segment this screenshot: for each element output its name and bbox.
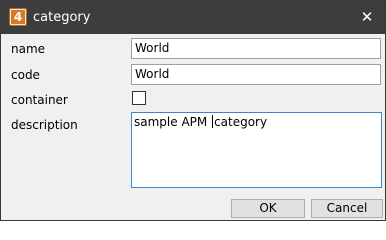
name-label: name (11, 42, 46, 56)
container-label: container (11, 93, 68, 107)
app-logo-icon: 4 (9, 8, 27, 26)
title-bar[interactable]: 4 category ✕ (1, 1, 385, 34)
description-text-after-caret: category (214, 115, 268, 129)
app-logo-glyph: 4 (11, 10, 25, 24)
dialog-body: name World code World container descript… (1, 34, 385, 220)
cancel-button[interactable]: Cancel (311, 199, 383, 218)
code-field[interactable]: World (131, 64, 381, 85)
name-field[interactable]: World (131, 38, 381, 59)
text-caret (212, 115, 214, 128)
description-label: description (11, 118, 78, 132)
close-icon[interactable]: ✕ (355, 6, 379, 28)
description-textarea[interactable]: sample APM category (131, 112, 382, 188)
window-title: category (33, 10, 91, 25)
category-dialog: 4 category ✕ name World code World conta… (0, 0, 386, 221)
container-checkbox[interactable] (132, 91, 146, 105)
ok-button[interactable]: OK (231, 199, 305, 218)
code-label: code (11, 68, 40, 82)
description-text-before-caret: sample APM (134, 115, 212, 129)
